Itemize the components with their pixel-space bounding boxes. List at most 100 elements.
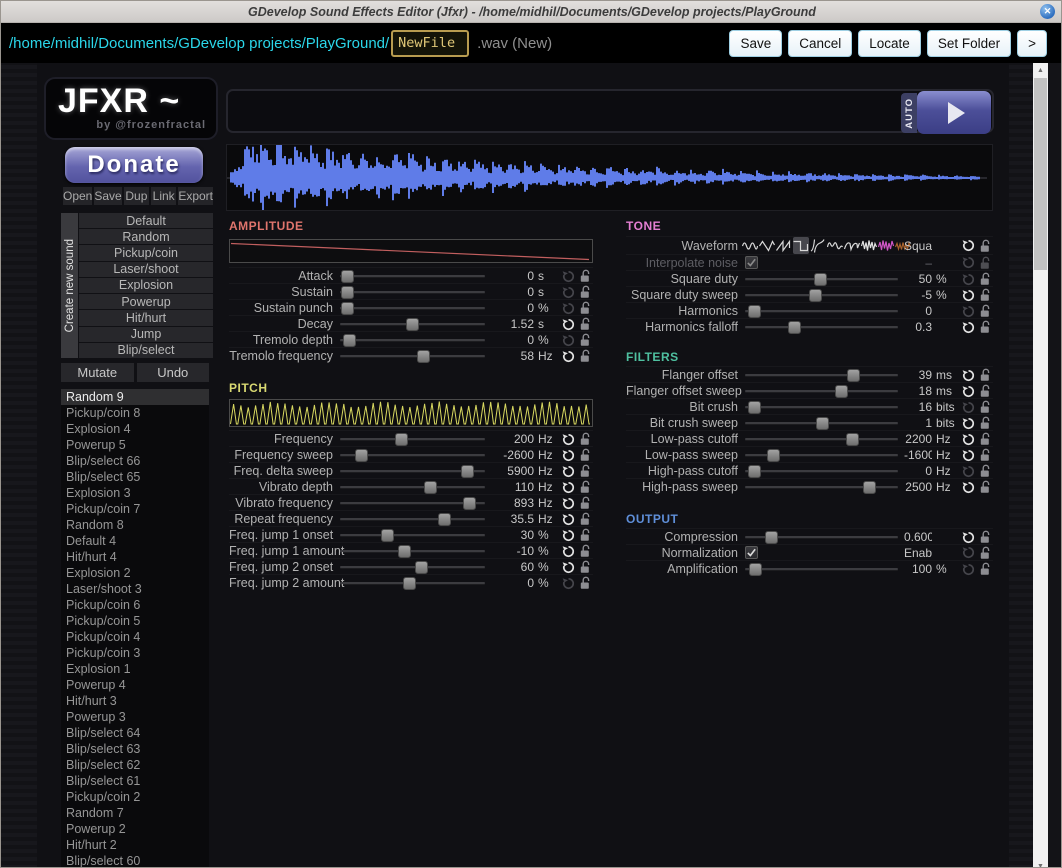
reset-icon[interactable]	[959, 465, 977, 478]
sound-list-item[interactable]: Random 9	[61, 389, 209, 405]
reset-icon[interactable]	[559, 334, 577, 347]
topbar-button-set-folder[interactable]: Set Folder	[927, 30, 1011, 57]
reset-icon[interactable]	[959, 546, 977, 559]
page-scrollbar[interactable]: ▲ ▼	[1033, 63, 1048, 868]
slider-thumb[interactable]	[355, 449, 368, 462]
reset-icon[interactable]	[959, 401, 977, 414]
lock-icon[interactable]	[977, 530, 993, 544]
slider-flanger-offset[interactable]	[745, 367, 898, 383]
file-action-link[interactable]: Link	[151, 187, 176, 205]
slider-harmonics[interactable]	[745, 303, 898, 319]
lock-icon[interactable]	[977, 400, 993, 414]
sound-list-item[interactable]: Powerup 3	[61, 709, 209, 725]
slider-thumb[interactable]	[417, 350, 430, 363]
lock-icon[interactable]	[577, 448, 593, 462]
slider-thumb[interactable]	[788, 321, 801, 334]
undo-button[interactable]: Undo	[137, 363, 210, 382]
sound-list[interactable]: Random 9Pickup/coin 8Explosion 4 Powerup …	[61, 389, 209, 868]
sound-list-item[interactable]: Blip/select 65	[61, 469, 209, 485]
file-action-save[interactable]: Save	[94, 187, 121, 205]
lock-icon[interactable]	[577, 528, 593, 542]
lock-icon[interactable]	[577, 560, 593, 574]
preset-laser-shoot[interactable]: Laser/shoot	[79, 262, 213, 277]
slider-bit-crush-sweep[interactable]	[745, 415, 898, 431]
slider-compression[interactable]	[745, 529, 898, 545]
lock-icon[interactable]	[577, 269, 593, 283]
preset-default[interactable]: Default	[79, 213, 213, 228]
slider-thumb[interactable]	[395, 433, 408, 446]
reset-icon[interactable]	[559, 577, 577, 590]
slider-thumb[interactable]	[424, 481, 437, 494]
slider-bit-crush[interactable]	[745, 399, 898, 415]
slider-freq-jump-1-onset[interactable]	[340, 527, 485, 543]
slider-thumb[interactable]	[463, 497, 476, 510]
lock-icon[interactable]	[977, 304, 993, 318]
topbar-button-[interactable]: >	[1017, 30, 1047, 57]
slider-low-pass-sweep[interactable]	[745, 447, 898, 463]
lock-icon[interactable]	[577, 576, 593, 590]
slider-vibrato-depth[interactable]	[340, 479, 485, 495]
lock-icon[interactable]	[577, 285, 593, 299]
sound-list-item[interactable]: Random 8	[61, 517, 209, 533]
lock-icon[interactable]	[577, 496, 593, 510]
sound-list-item[interactable]: Explosion 4	[61, 421, 209, 437]
sound-list-item[interactable]: Pickup/coin 4	[61, 629, 209, 645]
slider-frequency[interactable]	[340, 431, 485, 447]
reset-icon[interactable]	[559, 545, 577, 558]
reset-icon[interactable]	[959, 369, 977, 382]
play-button[interactable]	[917, 91, 991, 134]
lock-icon[interactable]	[977, 448, 993, 462]
lock-icon[interactable]	[977, 239, 993, 253]
sound-list-item[interactable]: Explosion 1	[61, 661, 209, 677]
sound-list-item[interactable]: Default 4	[61, 533, 209, 549]
slider-thumb[interactable]	[381, 529, 394, 542]
preset-powerup[interactable]: Powerup	[79, 294, 213, 309]
reset-icon[interactable]	[959, 481, 977, 494]
lock-icon[interactable]	[577, 333, 593, 347]
file-action-dup[interactable]: Dup	[124, 187, 149, 205]
lock-icon[interactable]	[977, 384, 993, 398]
sound-list-item[interactable]: Pickup/coin 2	[61, 789, 209, 805]
sound-list-item[interactable]: Pickup/coin 3	[61, 645, 209, 661]
topbar-button-save[interactable]: Save	[729, 30, 782, 57]
lock-icon[interactable]	[977, 272, 993, 286]
lock-icon[interactable]	[577, 317, 593, 331]
sound-list-item[interactable]: Explosion 2	[61, 565, 209, 581]
lock-icon[interactable]	[977, 320, 993, 334]
reset-icon[interactable]	[959, 385, 977, 398]
lock-icon[interactable]	[977, 288, 993, 302]
sound-list-item[interactable]: Hit/hurt 3	[61, 693, 209, 709]
slider-thumb[interactable]	[403, 577, 416, 590]
preset-jump[interactable]: Jump	[79, 327, 213, 342]
reset-icon[interactable]	[559, 433, 577, 446]
sound-list-item[interactable]: Blip/select 60	[61, 853, 209, 868]
reset-icon[interactable]	[559, 513, 577, 526]
donate-button[interactable]: Donate	[65, 147, 203, 183]
lock-icon[interactable]	[977, 562, 993, 576]
reset-icon[interactable]	[959, 305, 977, 318]
preset-hit-hurt[interactable]: Hit/hurt	[79, 310, 213, 325]
file-action-open[interactable]: Open	[63, 187, 92, 205]
waveform-option-whitenoise-icon[interactable]	[861, 237, 877, 254]
reset-icon[interactable]	[559, 465, 577, 478]
waveform-option-sawtooth-icon[interactable]	[776, 237, 792, 254]
waveform-option-tangent-icon[interactable]	[810, 237, 826, 254]
slider-thumb[interactable]	[809, 289, 822, 302]
slider-repeat-frequency[interactable]	[340, 511, 485, 527]
slider-thumb[interactable]	[748, 305, 761, 318]
slider-flanger-offset-sweep[interactable]	[745, 383, 898, 399]
scrollbar-up-icon[interactable]: ▲	[1033, 63, 1048, 77]
reset-icon[interactable]	[559, 561, 577, 574]
slider-low-pass-cutoff[interactable]	[745, 431, 898, 447]
slider-amplification[interactable]	[745, 561, 898, 577]
lock-icon[interactable]	[577, 349, 593, 363]
slider-thumb[interactable]	[461, 465, 474, 478]
sound-list-item[interactable]: Pickup/coin 7	[61, 501, 209, 517]
sound-list-item[interactable]: Pickup/coin 8	[61, 405, 209, 421]
interpolate-noise-checkbox[interactable]	[745, 256, 758, 269]
slider-tremolo-frequency[interactable]	[340, 348, 485, 364]
lock-icon[interactable]	[977, 416, 993, 430]
slider-freq-jump-2-amount[interactable]	[340, 575, 485, 591]
reset-icon[interactable]	[559, 270, 577, 283]
slider-thumb[interactable]	[749, 563, 762, 576]
